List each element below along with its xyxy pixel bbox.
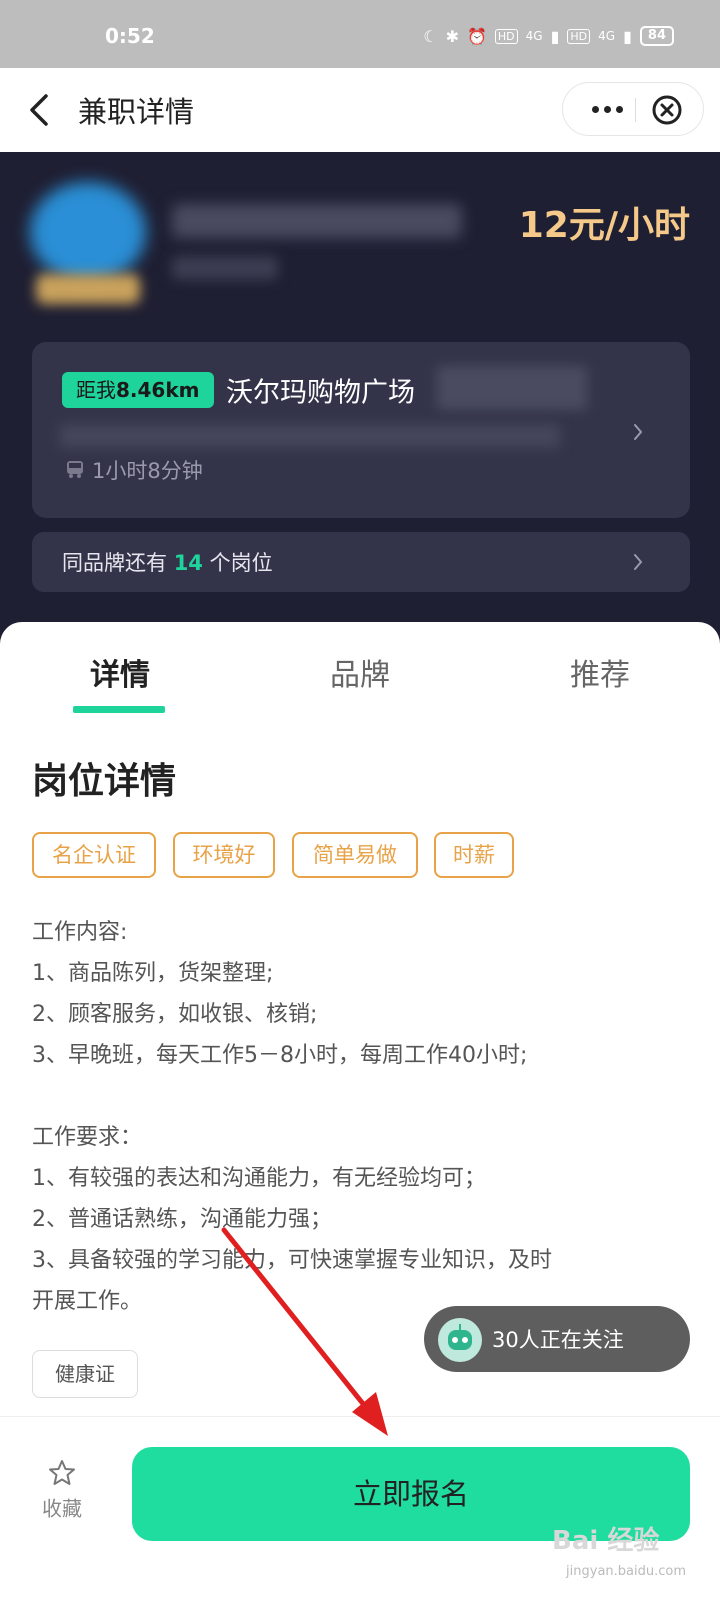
same-brand-text: 同品牌还有 14 个岗位 — [62, 547, 273, 577]
baidu-watermark-logo: Bai 经验 — [552, 1526, 660, 1556]
desc-line: 3、早晚班，每天工作5－8小时，每周工作40小时; — [32, 1043, 528, 1068]
distance-badge: 距我8.46km — [62, 372, 214, 408]
location-name-redacted — [437, 366, 587, 410]
signal-icon-2: ▮ — [623, 26, 632, 46]
status-icons: ☾ ✱ ⏰ HD 4G ▮ HD 4G ▮ 84 — [423, 26, 674, 46]
signal-icon: ▮ — [550, 26, 560, 46]
same-brand-jobs[interactable]: 同品牌还有 14 个岗位 — [32, 532, 690, 592]
desc-line: 3、具备较强的学习能力，可快速掌握专业知识，及时 — [32, 1248, 552, 1273]
mascot-avatar — [438, 1318, 482, 1362]
more-icon[interactable] — [581, 83, 633, 135]
brand-suffix: 个岗位 — [202, 551, 273, 575]
tab-indicator — [73, 706, 165, 713]
tag: 名企认证 — [32, 832, 156, 878]
nav-bar: 兼职详情 — [0, 68, 720, 152]
tag: 环境好 — [173, 832, 275, 878]
company-badge — [36, 274, 140, 304]
page-title: 兼职详情 — [78, 95, 195, 129]
detail-card: 详情 品牌 推荐 岗位详情 名企认证 环境好 简单易做 时薪 工作内容: 1、商… — [0, 622, 720, 1422]
job-subtitle-redacted — [172, 256, 278, 280]
desc-line: 1、有较强的表达和沟通能力，有无经验均可； — [32, 1166, 486, 1191]
baidu-watermark-url: jingyan.baidu.com — [566, 1564, 686, 1579]
location-name: 沃尔玛购物广场 — [226, 377, 415, 409]
brand-job-count: 14 — [173, 551, 203, 575]
address-redacted — [60, 424, 560, 448]
followers-bubble[interactable]: 30人正在关注 — [424, 1306, 690, 1372]
company-logo — [30, 182, 146, 282]
job-header: 12元/小时 距我8.46km 沃尔玛购物广场 1小时8分钟 同品牌还有 14 … — [0, 152, 720, 652]
mini-program-capsule — [562, 82, 704, 136]
desc-line: 工作内容: — [32, 920, 128, 945]
salary: 12元/小时 — [518, 205, 690, 246]
battery-icon: 84 — [639, 26, 674, 46]
job-name-redacted — [172, 204, 462, 238]
network-label: 4G — [525, 29, 543, 43]
status-time: 0:52 — [105, 24, 155, 48]
tag: 时薪 — [434, 832, 514, 878]
desc-line: 2、顾客服务，如收银、核销; — [32, 1002, 318, 1027]
close-icon[interactable] — [651, 94, 683, 126]
tab-details[interactable]: 详情 — [90, 650, 150, 694]
capsule-divider — [635, 98, 636, 122]
moon-icon: ☾ — [423, 26, 438, 46]
star-icon[interactable] — [48, 1459, 76, 1487]
distance-prefix: 距我 — [76, 378, 116, 402]
desc-line: 工作要求： — [32, 1125, 143, 1150]
desc-line: 开展工作。 — [32, 1289, 143, 1314]
certificate-tag: 健康证 — [32, 1350, 138, 1398]
chevron-right-icon — [634, 554, 643, 570]
network-label-2: 4G — [598, 29, 616, 43]
hd-badge: HD — [494, 28, 518, 44]
tab-recommend[interactable]: 推荐 — [570, 650, 630, 694]
hd-badge-2: HD — [567, 28, 591, 44]
desc-line: 1、商品陈列，货架整理; — [32, 961, 274, 986]
brand-prefix: 同品牌还有 — [62, 551, 174, 575]
section-title: 岗位详情 — [32, 761, 177, 802]
distance-value: 8.46km — [116, 378, 200, 402]
favorite-label[interactable]: 收藏 — [42, 1493, 82, 1522]
alarm-icon: ⏰ — [466, 26, 487, 46]
robot-icon — [448, 1324, 472, 1350]
tab-brand[interactable]: 品牌 — [330, 650, 390, 694]
followers-text: 30人正在关注 — [492, 1328, 624, 1352]
desc-line: 2、普通话熟练，沟通能力强； — [32, 1207, 332, 1232]
tag: 简单易做 — [292, 832, 418, 878]
back-arrow-icon[interactable] — [26, 90, 56, 130]
transit-time: 1小时8分钟 — [92, 459, 203, 483]
bus-icon — [67, 461, 83, 478]
status-bar: 0:52 ☾ ✱ ⏰ HD 4G ▮ HD 4G ▮ 84 — [0, 0, 720, 68]
chevron-right-icon — [634, 424, 643, 440]
bluetooth-icon: ✱ — [445, 26, 459, 46]
location-card[interactable]: 距我8.46km 沃尔玛购物广场 1小时8分钟 — [32, 342, 690, 518]
